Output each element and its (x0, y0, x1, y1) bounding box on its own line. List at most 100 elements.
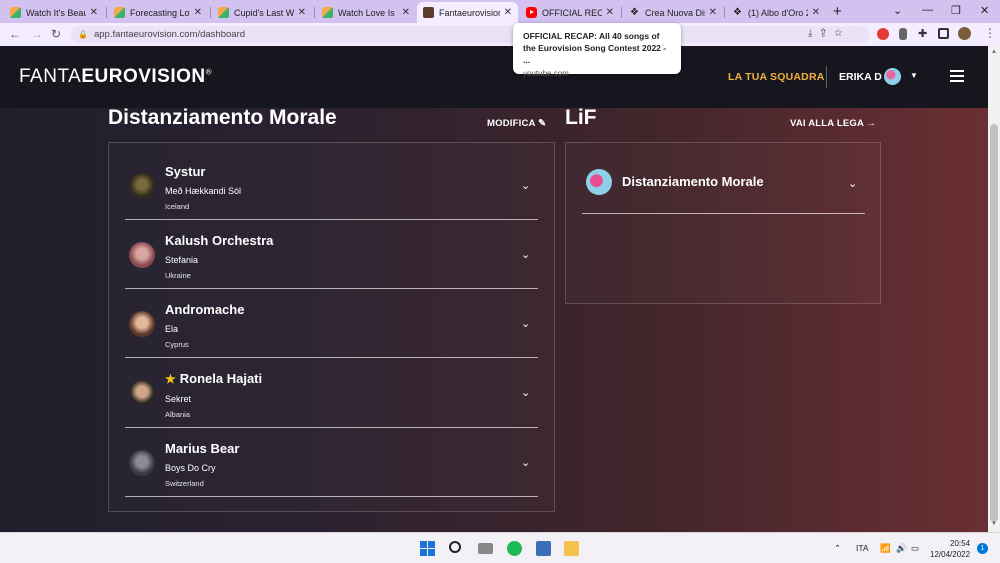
scroll-up-icon[interactable]: ▲ (991, 49, 997, 55)
sheet-icon (114, 7, 125, 18)
team-avatar (586, 169, 612, 195)
browser-tab[interactable]: ❖ Crea Nuova Disc ✕ (623, 2, 723, 23)
close-icon[interactable]: ✕ (606, 7, 614, 18)
side-panel-icon[interactable] (938, 28, 949, 39)
url-input[interactable]: 🔒 app.fantaeurovision.com/dashboard (70, 26, 870, 43)
browser-tab[interactable]: ❖ (1) Albo d'Oro 20 ✕ (726, 2, 826, 23)
header-divider (826, 66, 827, 88)
team-title: Distanziamento Morale (108, 106, 337, 129)
pencil-icon: ✎ (538, 118, 547, 129)
forward-icon[interactable]: → (31, 27, 43, 41)
clock-date: 12/04/2022 (930, 550, 971, 559)
taskbar: ⌃ ITA 📶 🔊 ▭ 20:54 12/04/2022 1 (0, 532, 1000, 563)
youtube-icon (526, 7, 537, 18)
list-item[interactable]: ★ Ronela Hajati Sekret Albania ⌄ (125, 358, 538, 428)
team-card: Systur Með Hækkandi Sól Iceland ⌄ Kalush… (108, 142, 555, 512)
volume-icon[interactable]: 🔊 (896, 543, 907, 554)
artist-avatar (129, 450, 155, 476)
chevron-down-icon[interactable]: ⌄ (848, 177, 857, 190)
minimize-icon[interactable]: — (922, 4, 933, 16)
new-tab-button[interactable]: + (833, 3, 842, 20)
list-item[interactable]: Marius Bear Boys Do Cry Switzerland ⌄ (125, 428, 538, 497)
windows-start-icon[interactable] (420, 541, 435, 556)
scroll-down-icon[interactable]: ▼ (991, 521, 997, 527)
tab-search-icon[interactable]: ⌄ (893, 4, 902, 17)
close-icon[interactable]: ✕ (402, 7, 410, 18)
browser-tab-active[interactable]: Fantaeurovision 2 ✕ (417, 2, 518, 23)
page-scrollbar[interactable]: ▲ ▼ (988, 46, 1000, 532)
list-item[interactable]: Kalush Orchestra Stefania Ukraine ⌄ (125, 220, 538, 289)
extension-icon[interactable] (899, 28, 907, 40)
puzzle-icon[interactable]: ✚ (918, 27, 930, 40)
go-to-league-link[interactable]: VAI ALLA LEGA → (790, 118, 876, 129)
league-member-name: Distanziamento Morale (622, 174, 764, 189)
reload-icon[interactable]: ↻ (51, 27, 61, 41)
artist-avatar (129, 380, 155, 406)
song-title: Boys Do Cry (165, 463, 216, 473)
clock[interactable]: 20:54 12/04/2022 (930, 538, 970, 560)
list-item[interactable]: Andromache Ela Cyprus ⌄ (125, 289, 538, 358)
menu-dots-icon[interactable]: ⋮ (984, 26, 996, 40)
sheet-icon (10, 7, 21, 18)
league-title: LiF (565, 106, 597, 129)
team-link[interactable]: LA TUA SQUADRA (728, 71, 825, 83)
artist-avatar (129, 173, 155, 199)
browser-tab[interactable]: Watch It's Beautiful ✕ (4, 2, 104, 23)
artist-name: Systur (165, 164, 206, 179)
close-icon[interactable]: ✕ (709, 7, 717, 18)
close-icon[interactable]: ✕ (194, 7, 202, 18)
page-actions-icon[interactable]: ⤓⇪☆ (808, 28, 850, 39)
browser-tab[interactable]: OFFICIAL RECAP ✕ (520, 2, 620, 23)
song-title: Með Hækkandi Sól (165, 186, 242, 196)
close-icon[interactable]: ✕ (298, 7, 306, 18)
profile-avatar[interactable] (958, 27, 971, 40)
store-icon[interactable] (536, 541, 551, 556)
chevron-down-icon[interactable]: ⌄ (521, 386, 530, 399)
league-card: Distanziamento Morale ⌄ (565, 142, 881, 304)
artist-name: Kalush Orchestra (165, 233, 274, 248)
chevron-down-icon[interactable]: ▼ (910, 71, 918, 80)
tab-hover-tooltip: OFFICIAL RECAP: All 40 songs of the Euro… (513, 23, 681, 78)
lock-icon: 🔒 (78, 30, 88, 39)
spotify-icon[interactable] (507, 541, 522, 556)
browser-tab[interactable]: Forecasting Love ✕ (108, 2, 208, 23)
wifi-icon[interactable]: 📶 (880, 543, 891, 554)
task-view-icon[interactable] (478, 543, 493, 554)
close-icon[interactable]: ✕ (812, 7, 820, 18)
artist-name: Marius Bear (165, 441, 240, 456)
notification-badge[interactable]: 1 (977, 543, 988, 554)
sheet-icon (218, 7, 229, 18)
country-label: Albania (165, 410, 191, 419)
close-icon[interactable]: ✕ (90, 7, 98, 18)
battery-icon[interactable]: ▭ (911, 543, 919, 554)
league-member-row[interactable]: Distanziamento Morale ⌄ (582, 157, 865, 214)
chevron-up-icon[interactable]: ⌃ (834, 543, 841, 554)
hamburger-menu-icon[interactable] (950, 70, 964, 82)
song-title: Stefania (165, 255, 199, 265)
window-close-icon[interactable]: ✕ (980, 4, 989, 17)
chevron-down-icon[interactable]: ⌄ (521, 317, 530, 330)
chevron-down-icon[interactable]: ⌄ (521, 456, 530, 469)
back-icon[interactable]: ← (9, 27, 21, 41)
language-indicator[interactable]: ITA (856, 543, 869, 553)
folder-icon[interactable] (564, 541, 579, 556)
close-icon[interactable]: ✕ (504, 7, 512, 18)
fanta-icon (423, 7, 434, 18)
site-logo[interactable]: FANTAEUROVISION® (19, 66, 212, 88)
site-header: FANTAEUROVISION® LA TUA SQUADRA ERIKA D … (0, 46, 988, 108)
cat-icon: ❖ (630, 7, 639, 18)
adblock-icon[interactable] (877, 28, 889, 40)
list-item[interactable]: Systur Með Hækkandi Sól Iceland ⌄ (125, 151, 538, 220)
restore-icon[interactable]: ❐ (951, 4, 961, 17)
country-label: Switzerland (165, 479, 204, 488)
song-title: Sekret (165, 394, 192, 404)
chevron-down-icon[interactable]: ⌄ (521, 179, 530, 192)
browser-tab[interactable]: Cupid's Last Wish ✕ (212, 2, 312, 23)
browser-tab[interactable]: Watch Love Is For ✕ (316, 2, 416, 23)
search-icon[interactable] (449, 541, 461, 553)
scrollbar-thumb[interactable] (990, 124, 998, 522)
edit-team-button[interactable]: MODIFICA ✎ (487, 118, 546, 129)
chevron-down-icon[interactable]: ⌄ (521, 248, 530, 261)
user-name[interactable]: ERIKA D (839, 71, 882, 83)
avatar[interactable] (884, 68, 901, 85)
